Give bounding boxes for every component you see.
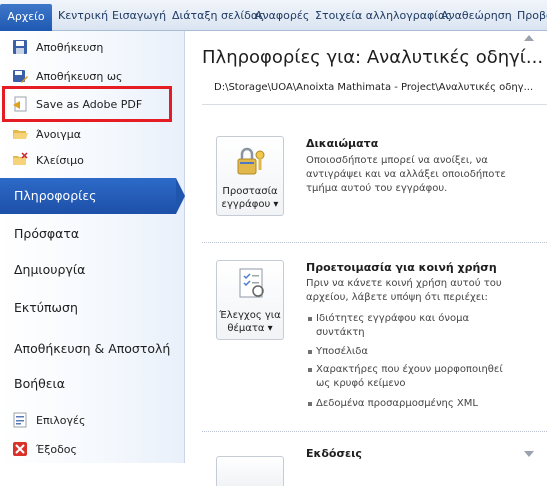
section-help[interactable]: Βοήθεια — [0, 366, 185, 402]
check-line2: θέματα — [227, 323, 265, 334]
section-divider — [202, 242, 547, 243]
exit-icon — [12, 441, 28, 457]
options-label: Επιλογές — [36, 413, 86, 427]
active-arrow — [176, 178, 185, 214]
options-command[interactable]: Επιλογές — [12, 410, 85, 430]
section-info[interactable]: Πληροφορίες — [0, 178, 185, 214]
list-item: Υποσέλιδα — [308, 345, 506, 359]
page-title: Πληροφορίες για: Αναλυτικές οδηγί... — [202, 47, 544, 68]
permissions-heading: Δικαιώματα — [306, 137, 379, 150]
save-as-label: Αποθήκευση ως — [36, 69, 123, 83]
section-recent[interactable]: Πρόσφατα — [0, 216, 185, 252]
tab-insert[interactable]: Εισαγωγή — [112, 9, 166, 22]
open-folder-icon — [12, 126, 28, 142]
list-item: Ιδιότητες εγγράφου και όνομα συντάκτη — [308, 312, 506, 340]
highlight-box — [2, 86, 172, 122]
open-command[interactable]: Άνοιγμα — [12, 124, 81, 144]
exit-label: Έξοδος — [36, 442, 77, 456]
section-divider — [202, 431, 547, 432]
scroll-up-icon[interactable] — [524, 35, 534, 41]
open-label: Άνοιγμα — [36, 127, 81, 141]
permissions-text: Οποιοσδήποτε μπορεί να ανοίξει, να αντιγ… — [306, 155, 506, 194]
file-path: D:\Storage\UOA\Anoixta Mathimata - Proje… — [214, 82, 534, 93]
protect-line1: Προστασία — [222, 186, 278, 197]
save-icon — [12, 39, 28, 55]
list-item: Χαρακτήρες που έχουν μορφοποιηθεί ως κρυ… — [308, 363, 506, 391]
options-icon — [12, 412, 28, 428]
check-issues-button[interactable]: Έλεγχος για θέματα ▾ — [216, 260, 284, 340]
protect-line2: εγγράφου — [221, 199, 271, 210]
save-as-command[interactable]: Αποθήκευση ως — [12, 66, 122, 86]
title-divider — [202, 104, 547, 105]
section-print[interactable]: Εκτύπωση — [0, 290, 185, 326]
tab-file[interactable]: Αρχείο — [0, 4, 52, 31]
checklist-icon — [235, 267, 269, 305]
section-info-label: Πληροφορίες — [14, 188, 97, 203]
tab-review[interactable]: Αναθεώρηση — [441, 9, 512, 22]
save-label: Αποθήκευση — [36, 40, 104, 54]
close-folder-icon — [12, 152, 28, 168]
check-line1: Έλεγχος για — [219, 310, 281, 321]
dropdown-arrow-icon: ▾ — [270, 199, 279, 210]
manage-versions-button[interactable] — [216, 456, 284, 486]
scroll-down-icon[interactable] — [524, 451, 534, 457]
section-save-send[interactable]: Αποθήκευση & Αποστολή — [0, 331, 185, 367]
protect-document-label: Προστασία εγγράφου ▾ — [217, 185, 283, 211]
ribbon-tab-bar: Αρχείο Κεντρική Εισαγωγή Διάταξη σελίδας… — [0, 0, 547, 31]
tab-home[interactable]: Κεντρική — [58, 9, 108, 22]
list-item: Δεδομένα προσαρμοσμένης XML — [308, 397, 506, 411]
sharing-text: Πριν να κάνετε κοινή χρήση αυτού του αρχ… — [306, 278, 502, 303]
lock-key-icon — [234, 145, 268, 183]
protect-document-button[interactable]: Προστασία εγγράφου ▾ — [216, 136, 284, 216]
tab-page-layout[interactable]: Διάταξη σελίδας — [172, 9, 265, 22]
save-as-icon — [12, 68, 28, 84]
tab-mailings[interactable]: Στοιχεία αλληλογραφίας — [315, 9, 452, 22]
sharing-heading: Προετοιμασία για κοινή χρήση — [306, 261, 497, 274]
versions-heading: Εκδόσεις — [306, 447, 362, 460]
tab-references[interactable]: Αναφορές — [255, 9, 309, 22]
tab-more[interactable]: Προβο — [517, 9, 547, 22]
section-new[interactable]: Δημιουργία — [0, 252, 185, 288]
info-panel: Πληροφορίες για: Αναλυτικές οδηγί... D:\… — [186, 31, 547, 486]
save-command[interactable]: Αποθήκευση — [12, 37, 103, 57]
dropdown-arrow-icon: ▾ — [264, 323, 273, 334]
close-label: Κλείσιμο — [36, 153, 84, 167]
exit-command[interactable]: Έξοδος — [12, 439, 77, 459]
close-command[interactable]: Κλείσιμο — [12, 150, 84, 170]
check-issues-label: Έλεγχος για θέματα ▾ — [217, 309, 283, 335]
